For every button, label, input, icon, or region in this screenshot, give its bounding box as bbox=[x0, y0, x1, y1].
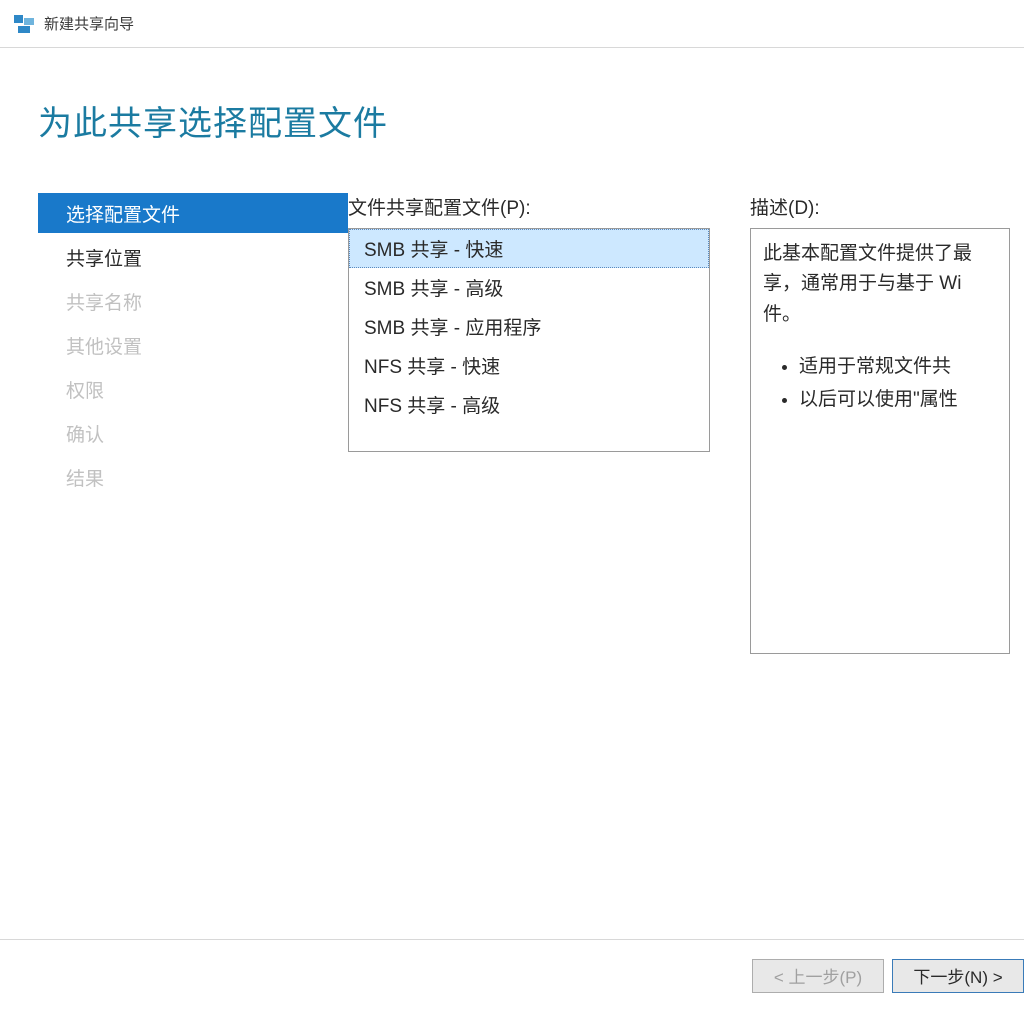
profile-item-label: NFS 共享 - 高级 bbox=[364, 396, 500, 417]
profile-item-label: SMB 共享 - 应用程序 bbox=[364, 318, 541, 339]
description-section: 描述(D): 此基本配置文件提供了最享，通常用于与基于 Wi件。 适用于常规文件… bbox=[750, 193, 1010, 903]
wizard-footer: < 上一步(P) 下一步(N) > bbox=[0, 939, 1024, 1011]
wizard-icon bbox=[14, 15, 34, 33]
main-panel: 文件共享配置文件(P): SMB 共享 - 快速 SMB 共享 - 高级 SMB… bbox=[348, 193, 1010, 903]
step-other-settings: 其他设置 bbox=[38, 325, 348, 365]
description-text: 此基本配置文件提供了最享，通常用于与基于 Wi件。 bbox=[763, 239, 997, 330]
profile-smb-quick[interactable]: SMB 共享 - 快速 bbox=[349, 229, 709, 268]
description-bullets: 适用于常规文件共 以后可以使用"属性 bbox=[763, 352, 997, 415]
step-confirm: 确认 bbox=[38, 413, 348, 453]
wizard-steps-sidebar: 选择配置文件 共享位置 共享名称 其他设置 权限 确认 结果 bbox=[38, 193, 348, 903]
next-button[interactable]: 下一步(N) > bbox=[892, 959, 1024, 993]
step-results: 结果 bbox=[38, 457, 348, 497]
profile-item-label: SMB 共享 - 快速 bbox=[364, 240, 503, 261]
step-label: 结果 bbox=[66, 464, 104, 491]
step-label: 共享位置 bbox=[66, 244, 142, 271]
window-title: 新建共享向导 bbox=[44, 13, 134, 34]
profile-nfs-quick[interactable]: NFS 共享 - 快速 bbox=[349, 346, 709, 385]
step-share-name: 共享名称 bbox=[38, 281, 348, 321]
step-label: 共享名称 bbox=[66, 288, 142, 315]
step-label: 其他设置 bbox=[66, 332, 142, 359]
description-bullet: 适用于常规文件共 bbox=[799, 352, 997, 382]
page-heading: 为此共享选择配置文件 bbox=[0, 48, 1024, 145]
profile-listbox[interactable]: SMB 共享 - 快速 SMB 共享 - 高级 SMB 共享 - 应用程序 NF… bbox=[348, 228, 710, 452]
profile-list-section: 文件共享配置文件(P): SMB 共享 - 快速 SMB 共享 - 高级 SMB… bbox=[348, 193, 710, 903]
profile-smb-advanced[interactable]: SMB 共享 - 高级 bbox=[349, 268, 709, 307]
description-bullet: 以后可以使用"属性 bbox=[799, 385, 997, 415]
previous-button[interactable]: < 上一步(P) bbox=[752, 959, 884, 993]
content-area: 选择配置文件 共享位置 共享名称 其他设置 权限 确认 结果 文件共享配置文件(… bbox=[0, 193, 1024, 903]
profile-nfs-advanced[interactable]: NFS 共享 - 高级 bbox=[349, 385, 709, 424]
profile-item-label: SMB 共享 - 高级 bbox=[364, 279, 503, 300]
step-share-location[interactable]: 共享位置 bbox=[38, 237, 348, 277]
step-select-profile[interactable]: 选择配置文件 bbox=[38, 193, 348, 233]
step-permissions: 权限 bbox=[38, 369, 348, 409]
description-box: 此基本配置文件提供了最享，通常用于与基于 Wi件。 适用于常规文件共 以后可以使… bbox=[750, 228, 1010, 654]
window-titlebar: 新建共享向导 bbox=[0, 0, 1024, 48]
step-label: 权限 bbox=[66, 376, 104, 403]
description-label: 描述(D): bbox=[750, 193, 1010, 220]
profile-list-label: 文件共享配置文件(P): bbox=[348, 193, 710, 220]
step-label: 确认 bbox=[66, 420, 104, 447]
profile-item-label: NFS 共享 - 快速 bbox=[364, 357, 500, 378]
step-label: 选择配置文件 bbox=[66, 200, 180, 227]
profile-smb-application[interactable]: SMB 共享 - 应用程序 bbox=[349, 307, 709, 346]
